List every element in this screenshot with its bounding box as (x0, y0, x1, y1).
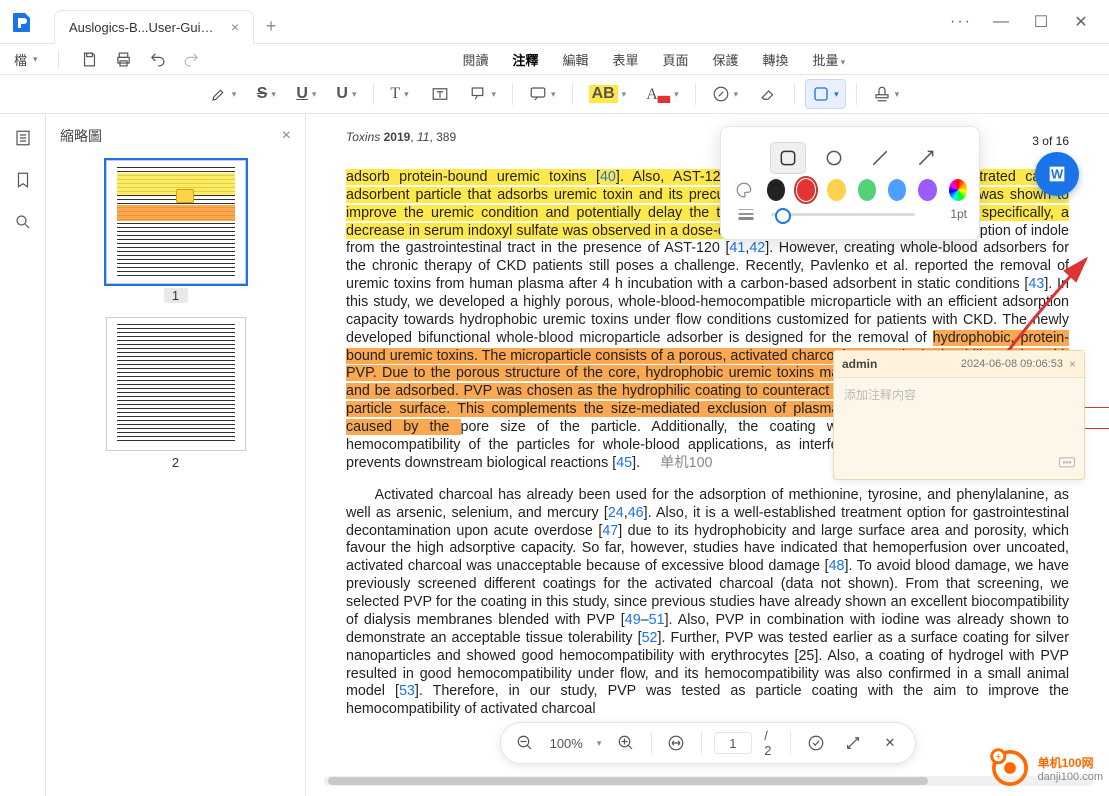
stamp-icon[interactable]: ▾ (867, 79, 906, 109)
shape-line-icon[interactable] (863, 143, 897, 173)
color-green[interactable] (858, 179, 876, 201)
save-icon[interactable] (79, 48, 101, 70)
comment-icon[interactable]: ▾ (523, 79, 562, 109)
callout-icon[interactable]: ▾ (464, 79, 503, 109)
close-icon[interactable]: ✕ (1061, 7, 1101, 37)
shape-circle-icon[interactable] (817, 143, 851, 173)
thumbnails-icon[interactable] (11, 126, 35, 150)
page-of: 3 of 16 (1032, 134, 1069, 149)
shape-icon[interactable]: ▾ (805, 79, 846, 109)
menu-protect[interactable]: 保護 (711, 48, 741, 71)
tab-title: Auslogics-B...User-Guide* (69, 20, 219, 35)
annotate-toolbar: ▾ S▾ U▾ U▾ T▾ ▾ ▾ AB▾ A▃▾ ▾ ▾ ▾ (0, 74, 1109, 114)
thumbnails-close-icon[interactable]: × (282, 127, 291, 145)
menu-batch[interactable]: 批量▾ (811, 48, 848, 71)
menu-edit[interactable]: 編輯 (560, 48, 590, 71)
underline-icon[interactable]: U▾ (290, 79, 322, 109)
comment-options-icon[interactable] (1058, 456, 1076, 473)
menubar: 檔▾ 閱讀 注釋 編輯 表單 頁面 保護 轉換 批量▾ (0, 44, 1109, 74)
word-export-fab[interactable]: W (1035, 152, 1079, 196)
thumb-page-1[interactable] (106, 160, 246, 284)
comment-user: admin (842, 357, 877, 371)
pencil-icon[interactable]: ▾ (706, 79, 745, 109)
thumbnails-title: 縮略圖 (60, 126, 102, 146)
zoom-value: 100% (550, 736, 583, 751)
comment-input[interactable]: 添加注释内容 (834, 378, 1084, 411)
palette-icon (733, 181, 755, 199)
highlight-icon[interactable]: ▾ (204, 79, 243, 109)
menu-read[interactable]: 閱讀 (460, 48, 490, 71)
color-black[interactable] (767, 179, 785, 201)
fit-width-icon[interactable] (663, 730, 688, 756)
app-logo (0, 0, 44, 44)
close-toolbar-icon[interactable]: ✕ (877, 730, 902, 756)
print-icon[interactable] (113, 48, 135, 70)
thumb-num-1: 1 (164, 288, 188, 303)
thumbnails-panel: 縮略圖 × 1 2 (46, 114, 306, 796)
bookmark-icon[interactable] (11, 168, 35, 192)
svg-text:+: + (995, 752, 1001, 763)
thumb-page-2[interactable] (106, 317, 246, 451)
eraser-icon[interactable] (752, 79, 784, 109)
page-input[interactable]: 1 (714, 732, 753, 754)
document-tab[interactable]: Auslogics-B...User-Guide* × (54, 10, 254, 44)
menu-pages[interactable]: 頁面 (661, 48, 691, 71)
area-highlight-icon[interactable]: AB▾ (583, 79, 633, 109)
comment-card: admin 2024-06-08 09:06:53 × 添加注释内容 (833, 350, 1085, 480)
window-controls: ··· — ☐ ✕ (941, 0, 1109, 44)
search-icon[interactable] (11, 210, 35, 234)
center-menu: 閱讀 注釋 編輯 表單 頁面 保護 轉換 批量▾ (203, 48, 1105, 71)
more-icon[interactable]: ··· (941, 7, 981, 37)
color-blue[interactable] (888, 179, 906, 201)
minimize-icon[interactable]: — (981, 7, 1021, 37)
file-menu[interactable]: 檔▾ (4, 46, 48, 73)
color-yellow[interactable] (827, 179, 845, 201)
shape-rect-icon[interactable] (771, 143, 805, 173)
left-rail (0, 114, 46, 796)
new-tab-button[interactable]: + (254, 10, 288, 44)
shape-arrow-icon[interactable] (909, 143, 943, 173)
text-icon[interactable]: T▾ (384, 79, 416, 109)
undo-icon[interactable] (147, 48, 169, 70)
view-toolbar: 100%▾ 1 / 2 ✕ (499, 722, 915, 764)
strike-icon[interactable]: S▾ (250, 79, 282, 109)
menu-convert[interactable]: 轉換 (761, 48, 791, 71)
tab-close-icon[interactable]: × (231, 19, 239, 35)
thumb-num-2: 2 (164, 455, 188, 470)
fullscreen-icon[interactable] (840, 730, 865, 756)
comment-time: 2024-06-08 09:06:53 (961, 358, 1063, 370)
textbox-icon[interactable] (424, 79, 456, 109)
zoom-out-icon[interactable] (512, 730, 537, 756)
titlebar: Auslogics-B...User-Guide* × + ··· — ☐ ✕ (0, 0, 1109, 44)
horizontal-scrollbar[interactable] (324, 776, 1093, 786)
menu-annotate[interactable]: 注釋 (510, 48, 540, 71)
color-red[interactable] (797, 179, 815, 201)
read-mode-icon[interactable] (803, 730, 828, 756)
redo-icon[interactable] (181, 48, 203, 70)
maximize-icon[interactable]: ☐ (1021, 7, 1061, 37)
zoom-in-icon[interactable] (613, 730, 638, 756)
comment-close-icon[interactable]: × (1069, 357, 1076, 371)
color-purple[interactable] (918, 179, 936, 201)
thickness-icon (733, 207, 759, 221)
textcolor-icon[interactable]: A▃▾ (640, 79, 684, 109)
thickness-slider[interactable] (771, 213, 915, 216)
menu-forms[interactable]: 表單 (610, 48, 640, 71)
color-picker-icon[interactable] (949, 179, 967, 201)
thickness-value: 1pt (927, 207, 967, 221)
site-watermark: + 单机100网 danji100.com (988, 746, 1103, 790)
squiggly-icon[interactable]: U▾ (330, 79, 362, 109)
shape-popup: 1pt (720, 126, 980, 240)
svg-text:W: W (1051, 167, 1064, 182)
tabstrip: Auslogics-B...User-Guide* × + (54, 0, 288, 44)
